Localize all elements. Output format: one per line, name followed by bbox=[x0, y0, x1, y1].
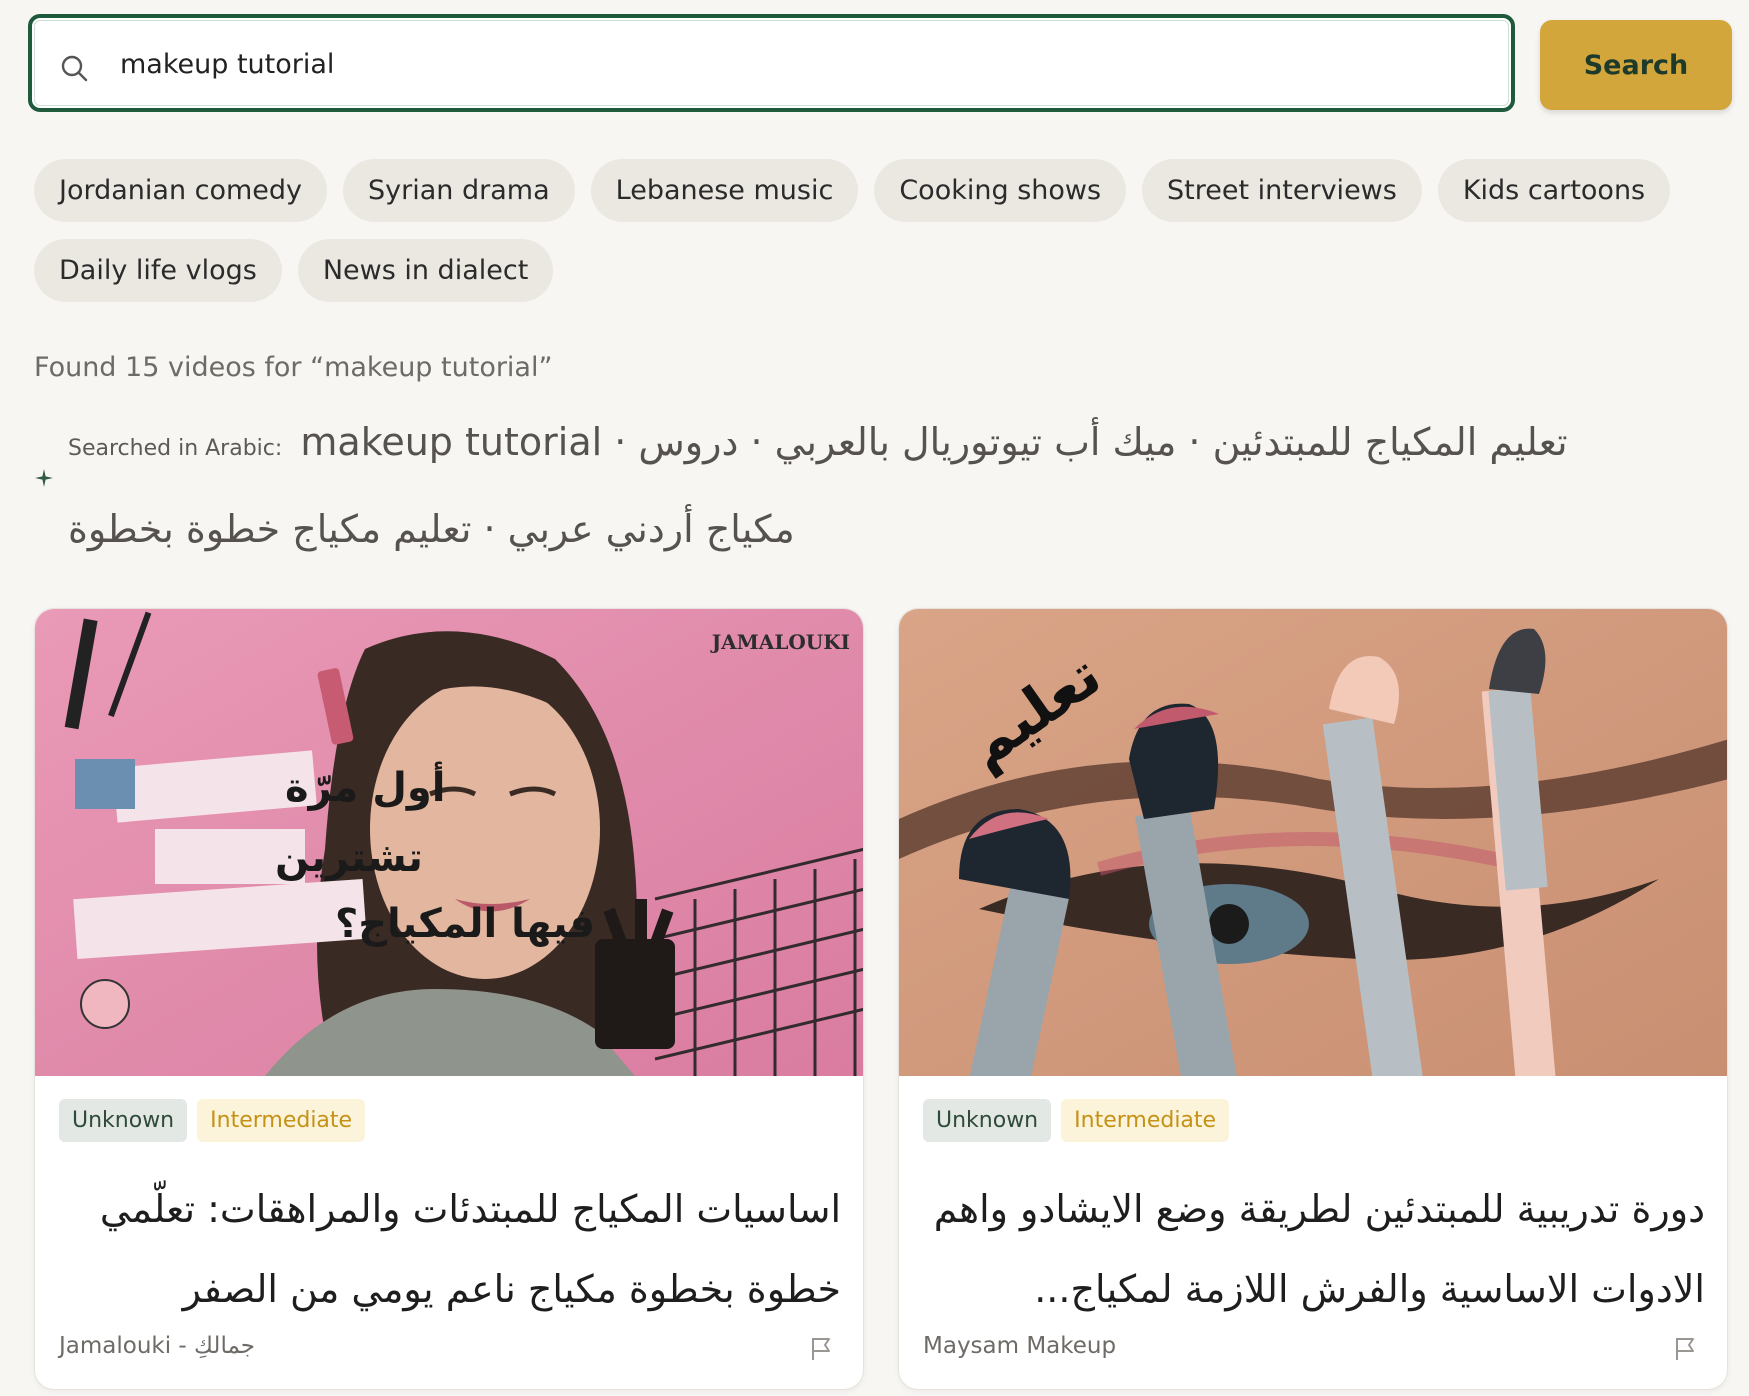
level-badge: Intermediate bbox=[197, 1099, 366, 1142]
search-input[interactable] bbox=[118, 40, 1472, 88]
sparkle-icon bbox=[35, 469, 53, 487]
arabic-prefix-label: Searched in Arabic: bbox=[68, 436, 283, 461]
thumb-line-2: تشترين bbox=[275, 835, 423, 881]
search-box[interactable] bbox=[28, 14, 1515, 112]
results-count: Found 15 videos for “makeup tutorial” bbox=[34, 352, 553, 383]
video-thumbnail[interactable]: تعليم bbox=[899, 609, 1727, 1076]
chip-cooking-shows[interactable]: Cooking shows bbox=[874, 159, 1127, 222]
origin-badge: Unknown bbox=[923, 1099, 1052, 1142]
video-title[interactable]: دورة تدريبية للمبتدئين لطريقة وضع الايشا… bbox=[923, 1169, 1705, 1329]
thumbnail-image-1: JAMALOUKI أول مرّة تشترين فيها المكياج؟ bbox=[35, 609, 863, 1076]
search-bar: Search bbox=[28, 14, 1733, 112]
chip-daily-life-vlogs[interactable]: Daily life vlogs bbox=[34, 239, 282, 302]
suggestion-chips: Jordanian comedy Syrian drama Lebanese m… bbox=[34, 159, 1714, 319]
video-title[interactable]: اساسيات المكياج للمبتدئات والمراهقات: تع… bbox=[59, 1169, 841, 1329]
card-footer: Jamalouki - جمالكِ bbox=[59, 1333, 841, 1369]
arabic-query-expansion: Searched in Arabic: makeup tutorial · تع… bbox=[34, 402, 1694, 569]
flag-icon[interactable] bbox=[809, 1336, 833, 1362]
level-badge: Intermediate bbox=[1061, 1099, 1230, 1142]
card-footer: Maysam Makeup bbox=[923, 1333, 1705, 1369]
channel-name[interactable]: Jamalouki - جمالكِ bbox=[59, 1333, 255, 1359]
thumb-brand-text: JAMALOUKI bbox=[710, 630, 850, 654]
video-thumbnail[interactable]: JAMALOUKI أول مرّة تشترين فيها المكياج؟ bbox=[35, 609, 863, 1076]
search-button[interactable]: Search bbox=[1540, 20, 1732, 110]
arabic-terms: makeup tutorial · تعليم المكياج للمبتدئي… bbox=[68, 420, 1568, 551]
channel-name[interactable]: Maysam Makeup bbox=[923, 1333, 1116, 1359]
chip-jordanian-comedy[interactable]: Jordanian comedy bbox=[34, 159, 328, 222]
chip-street-interviews[interactable]: Street interviews bbox=[1142, 159, 1422, 222]
flag-icon[interactable] bbox=[1673, 1336, 1697, 1362]
arabic-terms-line: Searched in Arabic: makeup tutorial · تع… bbox=[68, 402, 1668, 569]
chip-syrian-drama[interactable]: Syrian drama bbox=[343, 159, 575, 222]
thumb-line-3: فيها المكياج؟ bbox=[335, 901, 595, 947]
thumb-line-1: أول مرّة bbox=[285, 761, 445, 811]
chip-news-in-dialect[interactable]: News in dialect bbox=[297, 239, 554, 302]
chip-kids-cartoons[interactable]: Kids cartoons bbox=[1437, 159, 1671, 222]
chip-lebanese-music[interactable]: Lebanese music bbox=[590, 159, 859, 222]
thumbnail-image-2: تعليم bbox=[899, 609, 1727, 1076]
search-icon bbox=[61, 55, 88, 82]
origin-badge: Unknown bbox=[59, 1099, 188, 1142]
video-card[interactable]: تعليم Unknown Intermediate دورة تدريبية … bbox=[898, 608, 1728, 1390]
video-card[interactable]: JAMALOUKI أول مرّة تشترين فيها المكياج؟ … bbox=[34, 608, 864, 1390]
